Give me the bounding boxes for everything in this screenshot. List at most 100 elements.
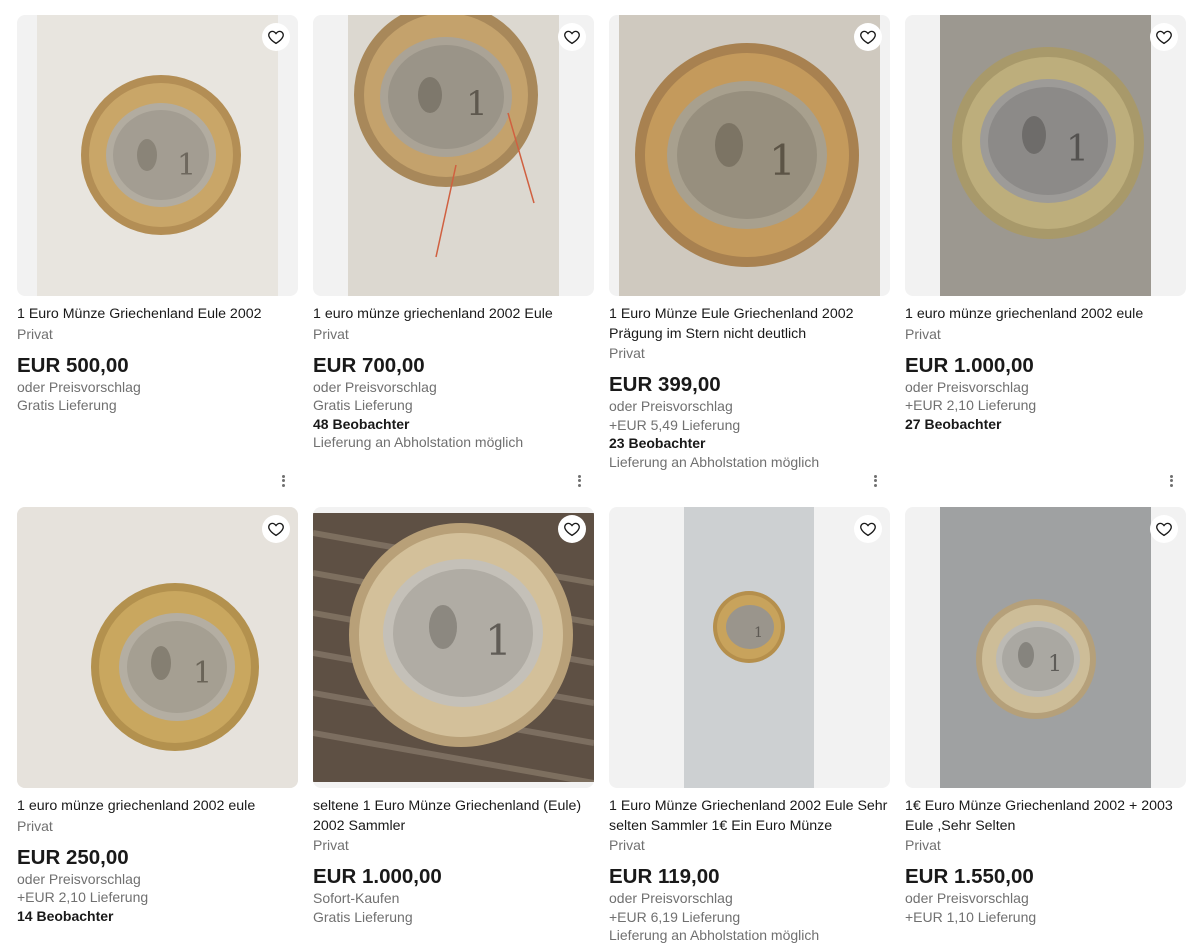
listing-image[interactable]: 1: [905, 15, 1186, 296]
watch-button[interactable]: [558, 515, 586, 543]
watch-button[interactable]: [1150, 23, 1178, 51]
svg-text:1: 1: [769, 136, 796, 185]
coin-photo: 1: [940, 15, 1151, 296]
seller-type: Privat: [17, 325, 53, 342]
listing-card[interactable]: 1 1 euro münze griechenland 2002 eule Pr…: [17, 507, 298, 925]
heart-outline-icon: [268, 30, 284, 45]
offer-text: oder Preisvorschlag: [905, 890, 1029, 906]
more-vertical-icon: [873, 474, 877, 478]
svg-text:1: 1: [177, 148, 196, 183]
heart-outline-icon: [268, 522, 284, 537]
coin-photo: 1: [619, 15, 880, 296]
seller-type: Privat: [905, 837, 941, 853]
watch-button[interactable]: [262, 515, 290, 543]
watch-button[interactable]: [262, 23, 290, 51]
more-options-button[interactable]: [278, 473, 288, 489]
listing-price: EUR 250,00: [17, 845, 129, 869]
more-vertical-icon: [577, 474, 581, 478]
listing-title[interactable]: 1 Euro Münze Griechenland Eule 2002: [17, 305, 298, 325]
watch-button[interactable]: [854, 23, 882, 51]
offer-text: oder Preisvorschlag: [17, 378, 141, 395]
offer-text: oder Preisvorschlag: [313, 378, 437, 395]
svg-text:1: 1: [193, 656, 212, 691]
shipping-text: +EUR 2,10 Lieferung: [17, 889, 149, 905]
pickup-text: Lieferung an Abholstation möglich: [609, 927, 820, 943]
coin-photo: 1: [313, 513, 594, 782]
listing-price: EUR 399,00: [609, 373, 721, 396]
watch-button[interactable]: [854, 515, 882, 543]
heart-outline-icon: [1156, 30, 1172, 45]
shipping-text: +EUR 1,10 Lieferung: [905, 908, 1037, 925]
listing-card[interactable]: 1 1 Euro Münze Griechenland 2002 Eule Se…: [609, 507, 890, 944]
more-vertical-icon: [1169, 474, 1173, 478]
listing-price: EUR 700,00: [313, 353, 425, 377]
more-vertical-icon: [281, 474, 285, 478]
offer-text: oder Preisvorschlag: [905, 378, 1029, 395]
offer-text: oder Preisvorschlag: [609, 890, 733, 906]
listing-title[interactable]: 1 euro münze griechenland 2002 eule: [905, 305, 1186, 325]
shipping-text: +EUR 6,19 Lieferung: [609, 908, 741, 925]
seller-type: Privat: [313, 325, 349, 342]
listing-image[interactable]: 1: [17, 507, 298, 788]
shipping-text: Gratis Lieferung: [17, 397, 117, 413]
more-options-button[interactable]: [870, 473, 880, 489]
heart-outline-icon: [860, 522, 876, 537]
coin-photo: 1: [37, 15, 278, 296]
listing-card[interactable]: 1 1 euro münze griechenland 2002 eule Pr…: [905, 15, 1186, 433]
pickup-text: Lieferung an Abholstation möglich: [609, 453, 820, 470]
shipping-text: +EUR 5,49 Lieferung: [609, 416, 741, 433]
svg-text:1: 1: [1048, 652, 1062, 677]
listing-image[interactable]: 1: [609, 15, 890, 296]
coin-photo: 1: [940, 507, 1151, 788]
listing-image[interactable]: 1: [17, 15, 298, 296]
listing-title[interactable]: 1 Euro Münze Griechenland 2002 Eule Sehr…: [609, 797, 890, 836]
listing-card[interactable]: 1 1€ Euro Münze Griechenland 2002 + 2003…: [905, 507, 1186, 926]
svg-text:1: 1: [485, 616, 512, 665]
listing-title[interactable]: 1 euro münze griechenland 2002 eule: [17, 797, 298, 817]
listing-title[interactable]: 1€ Euro Münze Griechenland 2002 + 2003 E…: [905, 797, 1186, 836]
shipping-text: Gratis Lieferung: [313, 908, 413, 925]
listing-price: EUR 1.550,00: [905, 865, 1034, 888]
buy-now-text: Sofort-Kaufen: [313, 890, 400, 906]
listing-card[interactable]: 1 1 euro münze griechenland 2002 Eule Pr…: [313, 15, 594, 452]
heart-outline-icon: [1156, 522, 1172, 537]
offer-text: oder Preisvorschlag: [609, 398, 733, 414]
listing-title[interactable]: seltene 1 Euro Münze Griechenland (Eule)…: [313, 797, 594, 836]
listing-title[interactable]: 1 Euro Münze Eule Griechenland 2002 Präg…: [609, 305, 890, 344]
listing-image[interactable]: 1: [905, 507, 1186, 788]
seller-type: Privat: [313, 837, 349, 853]
heart-outline-icon: [564, 522, 580, 537]
watch-button[interactable]: [1150, 515, 1178, 543]
svg-text:1: 1: [1066, 129, 1089, 170]
watchers-count: 23 Beobachter: [609, 435, 706, 451]
listing-price: EUR 500,00: [17, 353, 129, 377]
pickup-text: Lieferung an Abholstation möglich: [313, 434, 524, 450]
listing-title[interactable]: 1 euro münze griechenland 2002 Eule: [313, 305, 594, 325]
svg-text:1: 1: [466, 84, 488, 124]
listing-image[interactable]: 1: [313, 507, 594, 788]
watchers-count: 27 Beobachter: [905, 415, 1002, 432]
listing-price: EUR 119,00: [609, 865, 720, 888]
coin-photo: 1: [348, 15, 559, 296]
listing-card[interactable]: 1 1 Euro Münze Griechenland Eule 2002 Pr…: [17, 15, 298, 415]
shipping-text: +EUR 2,10 Lieferung: [905, 397, 1037, 413]
listing-image[interactable]: 1: [609, 507, 890, 788]
seller-type: Privat: [609, 837, 645, 853]
watchers-count: 48 Beobachter: [313, 415, 410, 432]
watchers-count: 14 Beobachter: [17, 907, 114, 924]
svg-text:1: 1: [754, 625, 763, 641]
more-options-button[interactable]: [574, 473, 584, 489]
shipping-text: Gratis Lieferung: [313, 397, 413, 413]
seller-type: Privat: [17, 817, 53, 834]
watch-button[interactable]: [558, 23, 586, 51]
coin-photo: 1: [17, 507, 298, 788]
heart-outline-icon: [564, 30, 580, 45]
listing-card[interactable]: 1 1 Euro Münze Eule Griechenland 2002 Pr…: [609, 15, 890, 471]
seller-type: Privat: [609, 345, 645, 361]
listing-price: EUR 1.000,00: [905, 353, 1034, 377]
offer-text: oder Preisvorschlag: [17, 870, 141, 887]
listing-image[interactable]: 1: [313, 15, 594, 296]
listing-card[interactable]: 1 seltene 1 Euro Münze Griechenland (Eul…: [313, 507, 594, 926]
seller-type: Privat: [905, 325, 941, 342]
more-options-button[interactable]: [1166, 473, 1176, 489]
